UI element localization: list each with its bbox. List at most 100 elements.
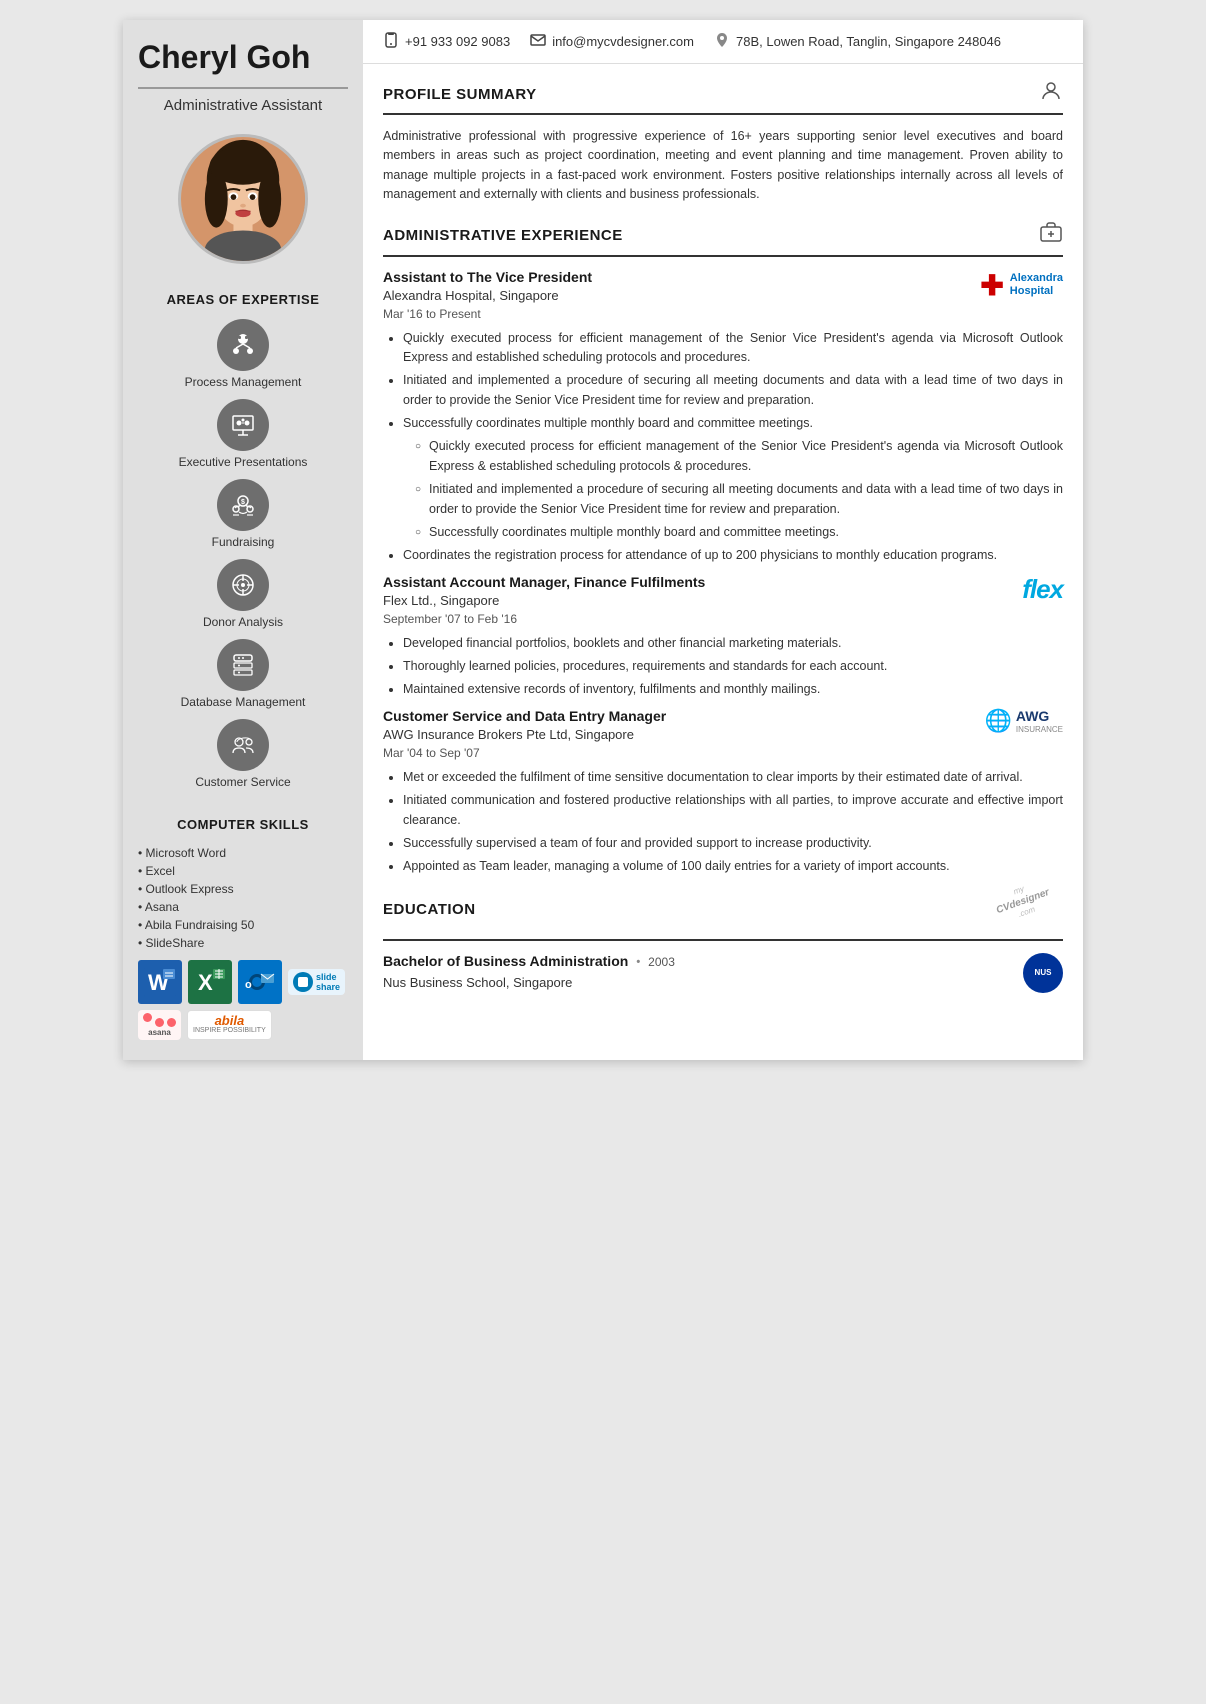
job1-bullet-3: Successfully coordinates multiple monthl… <box>403 414 1063 542</box>
cross-icon: ✚ <box>980 269 1003 302</box>
location-icon <box>714 32 730 51</box>
computer-skills-section: COMPUTER SKILLS Microsoft Word Excel Out… <box>138 809 348 1040</box>
candidate-title: Administrative Assistant <box>164 97 322 114</box>
school-name: Nus Business School, Singapore <box>383 975 675 990</box>
job1-sub-3: Successfully coordinates multiple monthl… <box>415 523 1063 542</box>
job1-company: Alexandra Hospital, Singapore <box>383 288 592 303</box>
abila-logo: abila INSPIRE POSSIBILITY <box>187 1010 272 1039</box>
database-icon <box>217 639 269 691</box>
profile-icon <box>1039 79 1063 109</box>
expertise-label-fundraising: Fundraising <box>212 535 275 549</box>
software-logos: W X <box>138 960 348 1040</box>
computer-skills-heading: COMPUTER SKILLS <box>138 817 348 832</box>
job3-bullet-4: Appointed as Team leader, managing a vol… <box>403 857 1063 876</box>
expertise-heading: AREAS OF EXPERTISE <box>167 292 320 307</box>
content-body: PROFILE SUMMARY Administrative professio… <box>363 64 1083 1008</box>
job3-company: AWG Insurance Brokers Pte Ltd, Singapore <box>383 727 666 742</box>
phone-contact: +91 933 092 9083 <box>383 32 510 51</box>
asana-dot-left <box>155 1018 164 1027</box>
asana-dots <box>143 1013 176 1027</box>
skill-abila: Abila Fundraising 50 <box>138 916 348 934</box>
address-text: 78B, Lowen Road, Tanglin, Singapore 2480… <box>736 34 1001 49</box>
job1-info: Assistant to The Vice President Alexandr… <box>383 269 592 303</box>
svg-text:$: $ <box>241 499 245 506</box>
expertise-presentation: Executive Presentations <box>179 399 308 469</box>
presentation-icon <box>217 399 269 451</box>
abila-tagline: INSPIRE POSSIBILITY <box>193 1027 266 1035</box>
skill-list: Microsoft Word Excel Outlook Express Asa… <box>138 844 348 952</box>
job3-info: Customer Service and Data Entry Manager … <box>383 708 666 742</box>
job1-bullet-1: Quickly executed process for efficient m… <box>403 329 1063 368</box>
contact-bar: +91 933 092 9083 info@mycvdesigner.com <box>363 20 1083 64</box>
job2-meta: Assistant Account Manager, Finance Fulfi… <box>383 574 1063 608</box>
name-divider <box>138 87 348 89</box>
flex-logo: flex <box>1022 574 1063 605</box>
job2-company: Flex Ltd., Singapore <box>383 593 705 608</box>
skill-outlook: Outlook Express <box>138 880 348 898</box>
job2-dates: September '07 to Feb '16 <box>383 612 1063 626</box>
skill-slideshare: SlideShare <box>138 934 348 952</box>
svg-text:X: X <box>198 970 213 995</box>
mycvdesigner-watermark: my CVdesigner .com <box>983 885 1063 935</box>
slideshare-logo: slideshare <box>288 969 345 995</box>
experience-header: ADMINISTRATIVE EXPERIENCE <box>383 221 1063 257</box>
alexandra-hospital-logo: ✚ Alexandra Hospital <box>980 269 1063 302</box>
job2-bullet-2: Thoroughly learned policies, procedures,… <box>403 657 1063 676</box>
job1-bullet-4: Coordinates the registration process for… <box>403 546 1063 565</box>
microsoft-outlook-logo: o <box>238 960 282 1004</box>
skill-excel: Excel <box>138 862 348 880</box>
svg-text:o: o <box>245 979 252 991</box>
awg-name: AWG INSURANCE <box>1016 708 1063 734</box>
education-heading: EDUCATION <box>383 901 476 918</box>
job1-sub-1: Quickly executed process for efficient m… <box>415 437 1063 476</box>
job2-bullets: Developed financial portfolios, booklets… <box>383 634 1063 700</box>
degree-title: Bachelor of Business Administration <box>383 953 628 969</box>
phone-icon <box>383 32 399 51</box>
job1-meta: Assistant to The Vice President Alexandr… <box>383 269 1063 303</box>
education-info: Bachelor of Business Administration • 20… <box>383 953 675 990</box>
candidate-name: Cheryl Goh <box>138 40 348 75</box>
job3-meta: Customer Service and Data Entry Manager … <box>383 708 1063 742</box>
job3-title: Customer Service and Data Entry Manager <box>383 708 666 724</box>
expertise-label-exec: Executive Presentations <box>179 455 308 469</box>
job3-bullet-1: Met or exceeded the fulfilment of time s… <box>403 768 1063 787</box>
job2-info: Assistant Account Manager, Finance Fulfi… <box>383 574 705 608</box>
expertise-service: Customer Service <box>195 719 290 789</box>
degree-row: Bachelor of Business Administration • 20… <box>383 953 675 972</box>
profile-text: Administrative professional with progres… <box>383 127 1063 205</box>
job1-sub-bullets: Quickly executed process for efficient m… <box>403 437 1063 542</box>
skill-word: Microsoft Word <box>138 844 348 862</box>
experience-icon <box>1039 221 1063 251</box>
job3-dates: Mar '04 to Sep '07 <box>383 746 1063 760</box>
experience-heading: ADMINISTRATIVE EXPERIENCE <box>383 227 623 244</box>
skill-asana: Asana <box>138 898 348 916</box>
job1-title: Assistant to The Vice President <box>383 269 592 285</box>
abila-name: abila <box>215 1014 245 1027</box>
asana-logo: asana <box>138 1010 181 1040</box>
address-contact: 78B, Lowen Road, Tanglin, Singapore 2480… <box>714 32 1001 51</box>
expertise-label-database: Database Management <box>181 695 306 709</box>
expertise-database: Database Management <box>181 639 306 709</box>
asana-dot-right <box>167 1018 176 1027</box>
service-icon <box>217 719 269 771</box>
education-header: EDUCATION my CVdesigner .com <box>383 885 1063 941</box>
job1-bullets: Quickly executed process for efficient m… <box>383 329 1063 566</box>
job1-bullet-2: Initiated and implemented a procedure of… <box>403 371 1063 410</box>
job2-bullet-1: Developed financial portfolios, booklets… <box>403 634 1063 653</box>
asana-dot-top <box>143 1013 152 1022</box>
education-details: Bachelor of Business Administration • 20… <box>383 953 1063 993</box>
fundraising-icon: $ <box>217 479 269 531</box>
slideshare-text: slideshare <box>316 972 340 992</box>
job1-dates: Mar '16 to Present <box>383 307 1063 321</box>
awg-logo: 🌐 AWG INSURANCE <box>984 708 1063 734</box>
job1-sub-2: Initiated and implemented a procedure of… <box>415 480 1063 519</box>
email-contact: info@mycvdesigner.com <box>530 32 694 51</box>
expertise-fundraising: $ Fundraising <box>212 479 275 549</box>
phone-number: +91 933 092 9083 <box>405 34 510 49</box>
sidebar: Cheryl Goh Administrative Assistant <box>123 20 363 1060</box>
graduation-year: 2003 <box>648 955 675 969</box>
microsoft-word-logo: W <box>138 960 182 1004</box>
email-address: info@mycvdesigner.com <box>552 34 694 49</box>
job3-bullet-3: Successfully supervised a team of four a… <box>403 834 1063 853</box>
resume-wrapper: Cheryl Goh Administrative Assistant <box>123 20 1083 1060</box>
